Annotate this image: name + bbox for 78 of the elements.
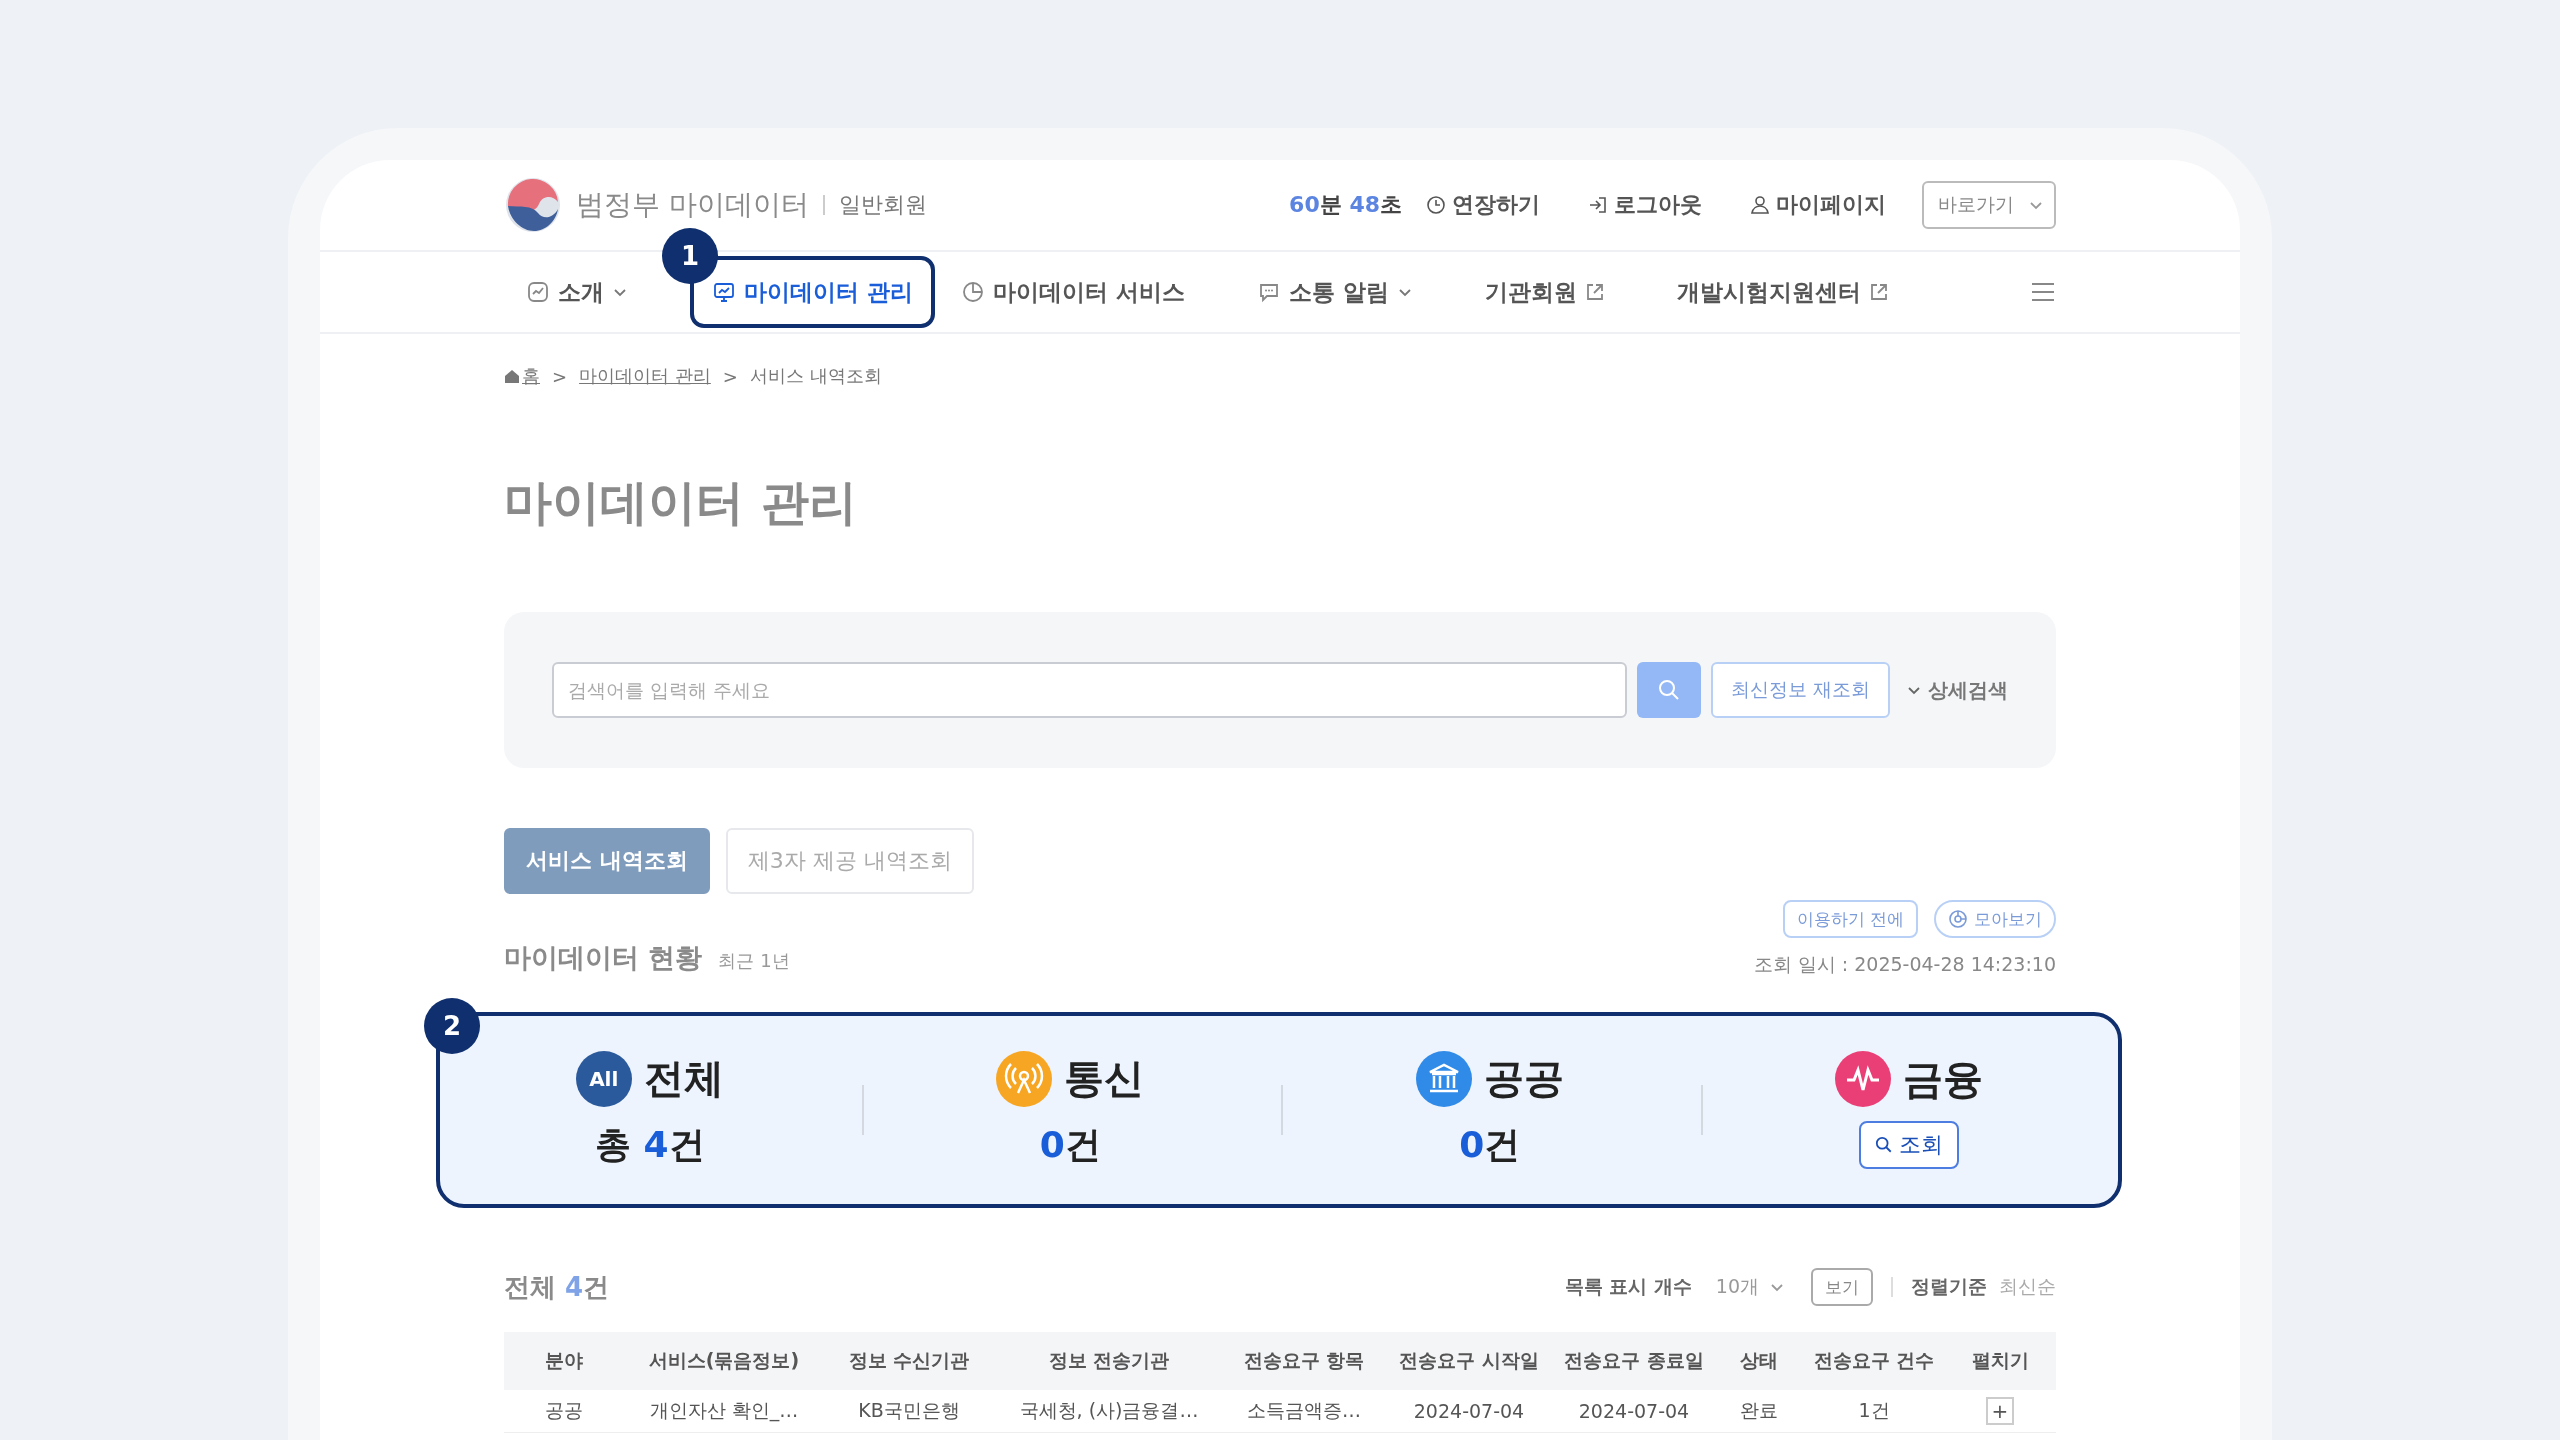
table-cell: 소득금액증… [1224,1390,1384,1433]
member-type-label: 일반회원 [838,191,927,219]
annotation-badge: 2 [424,998,480,1054]
record-count: 0건 [1459,1122,1521,1167]
search-icon [1875,1136,1894,1154]
table-cell: 개인자산 확인_… [624,1390,824,1433]
column-header: 전송요구 건수 [1804,1332,1944,1390]
table-cell: 공공 [504,1390,624,1433]
table-cell: 국세청, (사)금융결… [994,1390,1224,1433]
expand-button[interactable]: + [1986,1397,2014,1425]
breadcrumb-link[interactable]: 마이데이터 관리 [579,364,711,388]
category-name: 통신 [1064,1054,1145,1103]
logo-text[interactable]: 범정부 마이데이터 [576,186,809,224]
pie-chart-icon [1948,909,1968,929]
column-header: 전송요구 종료일 [1554,1332,1714,1390]
column-header: 펼치기 [1944,1332,2056,1390]
mypage-link[interactable]: 마이페이지 [1750,190,1886,220]
table-cell: 2024-07-04 [1384,1390,1554,1433]
nav-menu-item[interactable]: 소개 [504,256,650,328]
period-label: 최근 1년 [718,949,790,973]
session-timer: 60분 48초 [1289,191,1402,219]
column-header: 서비스(묶음정보) [624,1332,824,1390]
pie-chart-icon [961,280,985,304]
table-cell: KB국민은행 [824,1390,994,1433]
breadcrumb-separator: > [552,365,568,387]
nav-menu-item[interactable]: 소통 알림 [1235,256,1436,328]
clock-icon [1426,195,1446,215]
overview-button[interactable]: 모아보기 [1934,900,2056,938]
breadcrumb-separator: > [722,365,738,387]
detail-search-toggle[interactable]: 상세검색 [1906,676,2008,704]
nav-menu-item[interactable]: 마이데이터 서비스 [939,256,1208,328]
nav-menu-item[interactable]: 개발시험지원센터 [1655,256,1912,328]
page-size-select[interactable]: 10개 [1715,1274,1785,1300]
table-cell: 2024-07-04 [1554,1390,1714,1433]
page-title: 마이데이터 관리 [504,473,858,532]
chart-icon [526,280,550,304]
view-button[interactable]: 보기 [1811,1268,1873,1306]
total-count: 전체 4건 [504,1270,610,1304]
category-name: 금융 [1903,1054,1984,1104]
search-icon [1656,678,1681,702]
menu-icon[interactable] [2030,281,2056,303]
logo-icon [504,176,562,234]
annotation-badge: 1 [662,228,718,284]
signal-tower-icon [996,1050,1053,1107]
search-button[interactable] [1636,662,1701,718]
category-name: 공공 [1483,1054,1564,1103]
logout-link[interactable]: 로그아웃 [1588,190,1702,220]
table-cell: 완료 [1714,1390,1804,1433]
column-header: 상태 [1714,1332,1804,1390]
all-badge-icon: All [575,1050,632,1107]
breadcrumb-current: 서비스 내역조회 [749,364,882,388]
government-building-icon [1415,1050,1472,1107]
sort-label: 정렬기준 [1911,1274,1987,1299]
person-icon [1750,195,1770,215]
tab[interactable]: 서비스 내역조회 [504,828,710,894]
divider [822,195,825,215]
column-header: 전송요구 항목 [1224,1332,1384,1390]
lookup-button[interactable]: 조회 [1859,1121,1960,1169]
query-time: 조회 일시 : 2025-04-28 14:23:10 [1753,952,2056,977]
extend-link[interactable]: 연장하기 [1426,190,1540,220]
search-field[interactable]: 검색어를 입력해 주세요 [552,662,1627,718]
column-header: 전송요구 시작일 [1384,1332,1554,1390]
home-icon [504,368,520,384]
shortcut-select[interactable]: 바로가기 [1922,181,2056,229]
column-header: 정보 전송기관 [994,1332,1224,1390]
section-title: 마이데이터 현황 [504,941,703,975]
category-name: 전체 [643,1054,724,1103]
page-size-label: 목록 표시 개수 [1564,1274,1692,1299]
sign-in-icon [1588,195,1608,215]
monitor-icon [712,280,736,304]
guide-button[interactable]: 이용하기 전에 [1782,900,1918,938]
column-header: 분야 [504,1332,624,1390]
table-cell: 1건 [1804,1390,1944,1433]
nav-menu-item[interactable]: 기관회원 [1463,256,1628,328]
record-count: 총 4건 [594,1122,705,1167]
refresh-button[interactable]: 최신정보 재조회 [1710,662,1890,718]
record-count: 0건 [1039,1122,1101,1167]
column-header: 정보 수신기관 [824,1332,994,1390]
